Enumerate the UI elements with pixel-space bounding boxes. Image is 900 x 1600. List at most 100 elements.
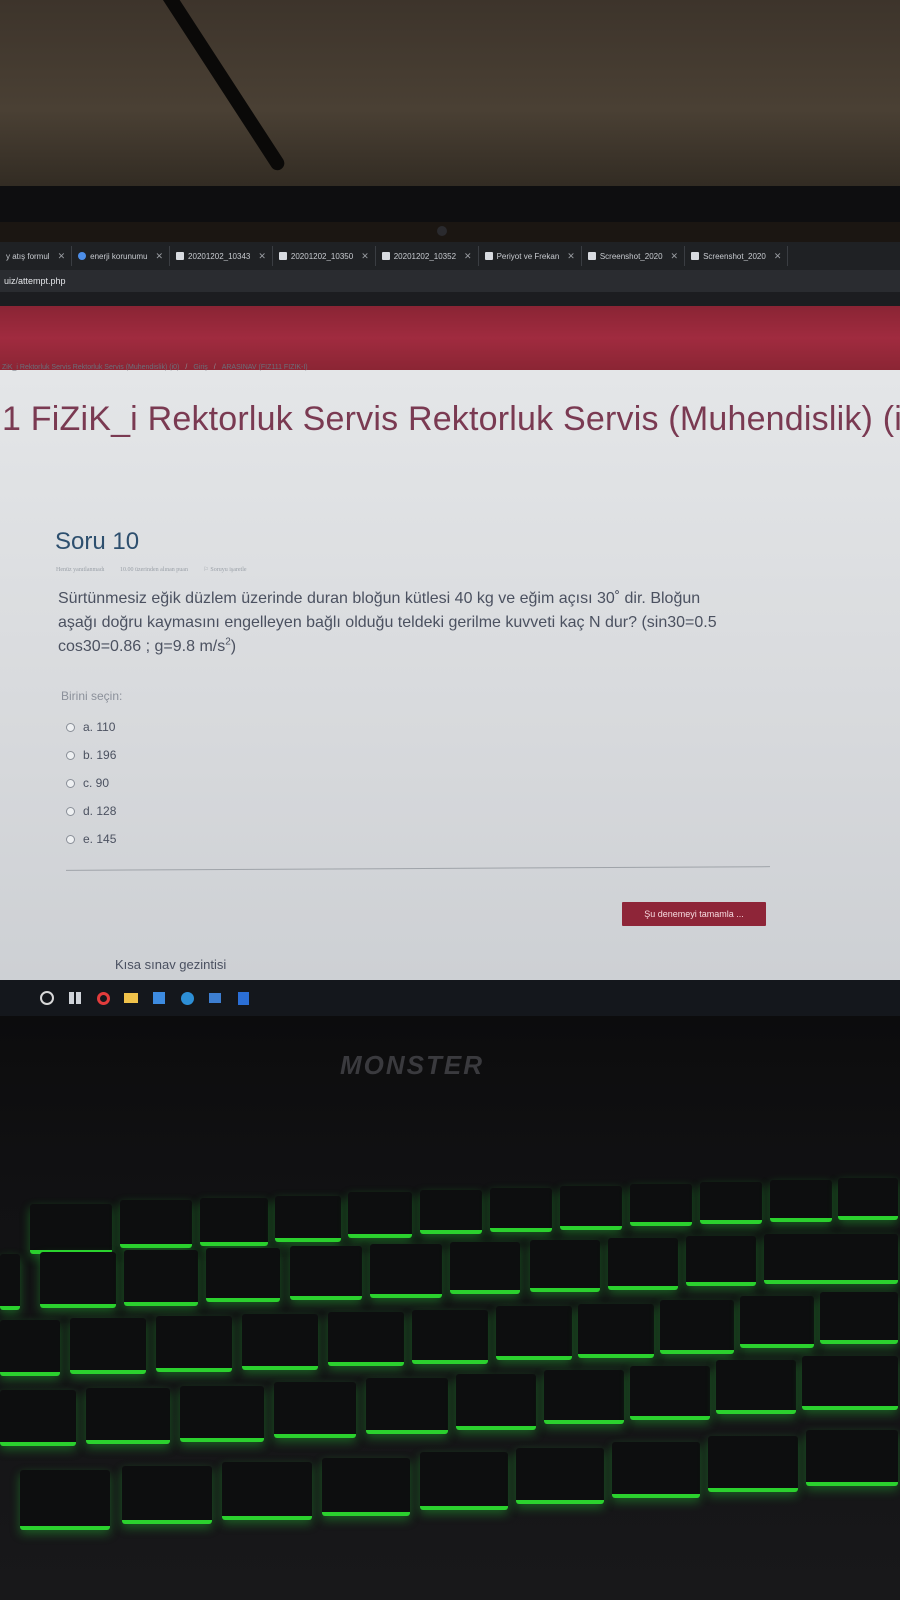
webcam-icon (437, 226, 447, 236)
keyboard-key (420, 1190, 482, 1234)
browser-tab[interactable]: 20201202_10352 ✕ (376, 246, 479, 266)
keyboard-key (838, 1178, 898, 1220)
keyboard-key (206, 1248, 280, 1302)
answer-option[interactable]: b. 196 (66, 741, 116, 769)
keyboard-key (20, 1470, 110, 1530)
close-icon[interactable]: ✕ (671, 251, 679, 262)
document-icon (587, 252, 596, 260)
answer-label[interactable]: d. 128 (83, 804, 116, 818)
question-status: Henüz yanıtlanmadı (56, 567, 105, 573)
opera-icon[interactable] (96, 991, 110, 1005)
keyboard-key (222, 1462, 312, 1520)
flag-question-link[interactable]: ⚐ Soruyu işaretle (203, 567, 260, 573)
tab-label: Screenshot_2020 (703, 251, 766, 261)
tab-label: y atış formul (6, 251, 50, 261)
keyboard-key (275, 1196, 341, 1242)
finish-attempt-button[interactable]: Şu denemeyi tamamla ... (622, 902, 766, 926)
search-icon[interactable] (40, 991, 54, 1005)
browser-tab[interactable]: 20201202_10343 ✕ (170, 246, 273, 266)
keyboard-key (544, 1370, 624, 1424)
question-points: 10.00 üzerinden alınan puan (119, 567, 188, 573)
close-icon[interactable]: ✕ (156, 251, 164, 262)
breadcrumb-item[interactable]: ARASINAV (FIZ111 FIZIK-I) (222, 364, 308, 371)
keyboard-key (686, 1236, 756, 1286)
browser-tab[interactable]: 20201202_10350 ✕ (273, 246, 376, 266)
tab-label: enerji korunumu (90, 251, 148, 261)
tab-label: 20201202_10343 (188, 251, 251, 261)
quiz-navigation-heading: Kısa sınav gezintisi (115, 957, 227, 972)
keyboard-key (530, 1240, 600, 1292)
keyboard-key (578, 1304, 654, 1358)
keyboard-key (660, 1300, 734, 1354)
keyboard-key (290, 1246, 362, 1300)
keyboard-key (496, 1306, 572, 1360)
background-wall (0, 0, 900, 200)
file-explorer-icon[interactable] (124, 991, 138, 1005)
answer-option[interactable]: e. 145 (66, 825, 116, 853)
tab-label: 20201202_10352 (393, 251, 457, 261)
choose-label: Birini seçin: (61, 689, 123, 703)
radio-button[interactable] (66, 722, 75, 732)
answer-label[interactable]: c. 90 (83, 776, 109, 790)
radio-button[interactable] (66, 806, 75, 816)
answer-option[interactable]: d. 128 (66, 797, 116, 825)
keyboard-key (516, 1448, 604, 1504)
keyboard-key (200, 1198, 268, 1246)
keyboard-key (700, 1182, 762, 1224)
tab-label: 20201202_10350 (290, 251, 354, 261)
close-icon[interactable]: ✕ (464, 251, 472, 262)
browser-tab[interactable]: Screenshot_2020 ✕ (685, 246, 789, 266)
keyboard-key (242, 1314, 318, 1370)
address-bar[interactable]: uiz/attempt.php (0, 270, 900, 292)
word-icon[interactable] (236, 991, 250, 1005)
task-view-icon[interactable] (68, 991, 82, 1005)
keyboard-key (764, 1234, 898, 1284)
keyboard-key (612, 1442, 700, 1498)
keyboard-key (156, 1316, 232, 1372)
keyboard-key (328, 1312, 404, 1366)
browser-tab[interactable]: Screenshot_2020 ✕ (582, 246, 686, 266)
page-title: 1 FiZiK_i Rektorluk Servis Rektorluk Ser… (2, 400, 900, 438)
question-text-line: cos30=0.86 ; g=9.8 m/s2) (58, 635, 798, 659)
keyboard-key (456, 1374, 536, 1430)
browser-tab[interactable]: y atış formul ✕ (0, 246, 73, 266)
keyboard-key (716, 1360, 796, 1414)
keyboard-key (0, 1254, 20, 1310)
keyboard-key (348, 1192, 412, 1238)
question-text-line: aşağı doğru kaymasını engelleyen bağlı o… (58, 614, 717, 631)
close-icon[interactable]: ✕ (567, 251, 575, 262)
globe-icon (78, 252, 87, 260)
keyboard-key (802, 1356, 898, 1410)
close-icon[interactable]: ✕ (361, 251, 369, 262)
answer-option[interactable]: c. 90 (66, 769, 116, 797)
close-icon[interactable]: ✕ (258, 251, 266, 262)
browser-tab[interactable]: Periyot ve Frekan ✕ (479, 246, 582, 266)
keyboard-key (120, 1200, 192, 1248)
keyboard-key (630, 1184, 692, 1226)
question-number: Soru 10 (55, 528, 140, 555)
answer-label[interactable]: a. 110 (83, 720, 115, 734)
keyboard-key (122, 1466, 212, 1524)
keyboard-key (274, 1382, 356, 1438)
answer-label[interactable]: b. 196 (83, 748, 116, 762)
answer-option[interactable]: a. 110 (66, 713, 116, 741)
radio-button[interactable] (66, 778, 75, 788)
radio-button[interactable] (66, 834, 75, 844)
keyboard-key (124, 1250, 198, 1306)
close-icon[interactable]: ✕ (58, 251, 66, 262)
answer-label[interactable]: e. 145 (83, 832, 116, 846)
question-text-line: Sürtünmesiz eğik düzlem üzerinde duran b… (58, 590, 701, 607)
radio-button[interactable] (66, 750, 75, 760)
browser-tab[interactable]: enerji korunumu ✕ (72, 246, 171, 266)
breadcrumb-item[interactable]: ZiK_i Rektorluk Servis Rektorluk Servis … (2, 364, 179, 371)
edge-icon[interactable] (180, 991, 194, 1005)
windows-taskbar (0, 980, 900, 1016)
breadcrumb: ZiK_i Rektorluk Servis Rektorluk Servis … (2, 364, 308, 371)
mail-icon[interactable] (208, 991, 222, 1005)
answer-options: a. 110 b. 196 c. 90 d. 128 e. 145 (66, 713, 116, 853)
keyboard-key (70, 1318, 146, 1374)
close-icon[interactable]: ✕ (774, 251, 782, 262)
store-icon[interactable] (152, 991, 166, 1005)
keyboard-key (86, 1388, 170, 1444)
breadcrumb-item[interactable]: Giriş (193, 364, 207, 371)
